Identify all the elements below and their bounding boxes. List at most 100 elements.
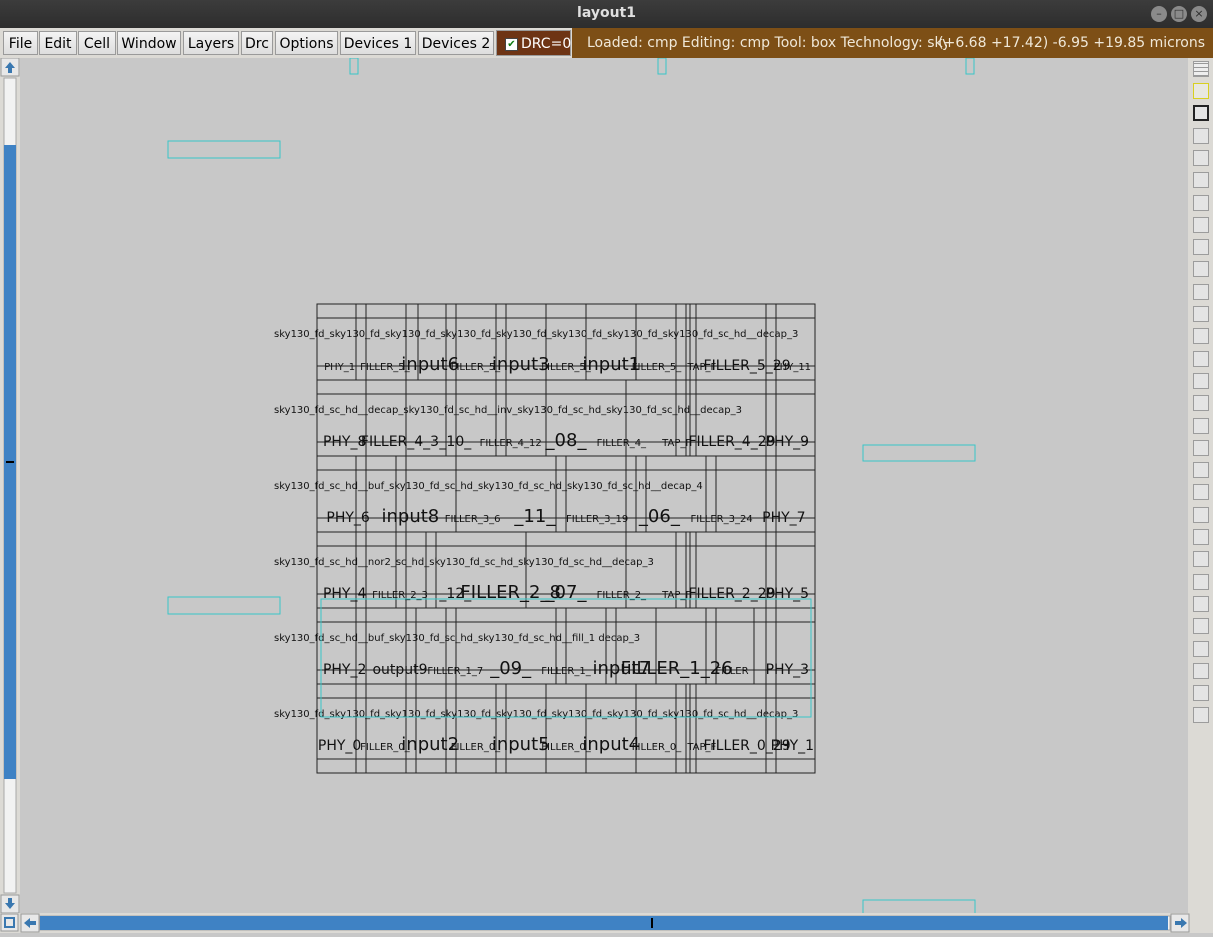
cell-instance-label: FILLER_4_3 bbox=[361, 434, 439, 450]
layout-drawing: sky130_fd_sky130_fd_sky130_fd_sky130_fd_… bbox=[167, 58, 976, 913]
minimize-button[interactable]: – bbox=[1151, 6, 1167, 22]
cell-type-label: sky130_fd_sc_hd__buf_sky130_fd_sc_hd_sky… bbox=[274, 481, 703, 492]
cell-instance-label: PHY_1 bbox=[771, 738, 814, 754]
layer-button[interactable] bbox=[1193, 595, 1209, 612]
vertical-scrollbar[interactable] bbox=[0, 57, 20, 914]
layer-button[interactable] bbox=[1193, 551, 1209, 568]
layer-button[interactable] bbox=[1193, 149, 1209, 166]
menu-cell[interactable]: Cell bbox=[78, 31, 116, 55]
pin-marker bbox=[862, 899, 976, 913]
cell-instance-label: FILLER_1_ bbox=[541, 666, 591, 677]
cell-instance-label: _09_ bbox=[489, 658, 532, 679]
layer-button[interactable] bbox=[1193, 618, 1209, 635]
layout-canvas[interactable]: sky130_fd_sky130_fd_sky130_fd_sky130_fd_… bbox=[20, 58, 1188, 913]
cell-instance-label: FILLER_4_29 bbox=[688, 434, 775, 450]
horizontal-scroll-thumb bbox=[40, 916, 1168, 930]
grid-icon[interactable] bbox=[1193, 61, 1209, 77]
layer-button[interactable] bbox=[1193, 462, 1209, 479]
layer-palette bbox=[1188, 58, 1213, 913]
layer-button[interactable] bbox=[1193, 529, 1209, 545]
window-title: layout1 bbox=[577, 5, 636, 21]
layer-button[interactable] bbox=[1193, 573, 1209, 590]
layer-button[interactable] bbox=[1193, 127, 1209, 144]
layer-button[interactable] bbox=[1193, 506, 1209, 523]
layer-button[interactable] bbox=[1193, 685, 1209, 702]
layer-button[interactable] bbox=[1193, 439, 1209, 456]
cell-instance-label: _08_ bbox=[545, 430, 588, 451]
menu-devices-1[interactable]: Devices 1 bbox=[340, 31, 416, 55]
status-bar: Loaded: cmp Editing: cmp Tool: box Techn… bbox=[572, 28, 1213, 58]
cell-instance-label: _10_ bbox=[438, 434, 472, 450]
layer-button[interactable] bbox=[1193, 261, 1209, 278]
layer-button[interactable] bbox=[1193, 105, 1209, 122]
cell-type-label: sky130_fd_sc_hd__nor2_sc_hd_sky130_fd_sc… bbox=[274, 557, 654, 568]
close-button[interactable]: × bbox=[1191, 6, 1207, 22]
menu-file[interactable]: File bbox=[3, 31, 38, 55]
layer-button[interactable] bbox=[1193, 239, 1209, 256]
layer-button[interactable] bbox=[1193, 484, 1209, 501]
cell-instance-label: PHY_0 bbox=[318, 738, 361, 754]
cell-type-label: sky130_fd_sc_hd__decap_sky130_fd_sc_hd__… bbox=[274, 405, 742, 416]
horizontal-scrollbar-graphic bbox=[0, 913, 1190, 933]
cell-instance-label: PHY_11 bbox=[774, 362, 811, 373]
layer-button[interactable] bbox=[1193, 707, 1209, 724]
layer-button[interactable] bbox=[1193, 417, 1209, 434]
pin-marker bbox=[167, 596, 281, 615]
cell-instance-label: output9 bbox=[372, 662, 427, 678]
menu-layers[interactable]: Layers bbox=[183, 31, 239, 55]
pin-marker bbox=[167, 140, 281, 159]
drc-checkbox[interactable]: ✔ bbox=[505, 38, 518, 51]
cell-instance-label: _06_ bbox=[638, 506, 681, 527]
cell-instance-label: PHY_3 bbox=[766, 662, 809, 678]
cell-instance-label: PHY_5 bbox=[766, 586, 809, 602]
pin-marker bbox=[349, 58, 359, 75]
layer-button[interactable] bbox=[1193, 395, 1209, 412]
cell-instance-label: input8 bbox=[381, 506, 439, 527]
menu-drc[interactable]: Drc bbox=[241, 31, 273, 55]
cell-instance-label: PHY_7 bbox=[762, 510, 805, 526]
pin-marker bbox=[965, 58, 975, 75]
layer-button[interactable] bbox=[1193, 350, 1209, 367]
layer-button[interactable] bbox=[1193, 194, 1209, 211]
layer-button[interactable] bbox=[1193, 640, 1209, 657]
cell-instance-label: PHY_2 bbox=[323, 662, 366, 678]
cell-instance-label: FILLER_3_19 bbox=[566, 514, 628, 525]
cell-type-label: sky130_fd_sky130_fd_sky130_fd_sky130_fd_… bbox=[274, 329, 798, 340]
cell-instance-label: PHY_1 bbox=[324, 362, 355, 373]
menu-window[interactable]: Window bbox=[117, 31, 181, 55]
drc-toggle[interactable]: ✔ DRC=0 bbox=[496, 30, 571, 56]
layer-button[interactable] bbox=[1193, 306, 1209, 322]
status-text: Loaded: cmp Editing: cmp Tool: box Techn… bbox=[587, 35, 947, 51]
maximize-button[interactable]: □ bbox=[1171, 6, 1187, 22]
cell-instance-label: _07_ bbox=[545, 582, 588, 603]
cell-row bbox=[316, 683, 816, 774]
cell-instance-label: FILLER_3_6 bbox=[445, 514, 501, 525]
cell-instance-label: PHY_6 bbox=[326, 510, 370, 526]
horizontal-scrollbar[interactable] bbox=[0, 913, 1213, 933]
cell-type-label: sky130_fd_sky130_fd_sky130_fd_sky130_fd_… bbox=[274, 709, 798, 720]
cell-instance-label: PHY_8 bbox=[323, 434, 366, 450]
layer-button[interactable] bbox=[1193, 283, 1209, 300]
cell-instance-label: PHY_4 bbox=[323, 586, 367, 602]
cell-instance-label: FILLER_4_ bbox=[597, 438, 647, 449]
cell-instance-label: PHY_9 bbox=[766, 434, 809, 450]
cell-type-label: sky130_fd_sc_hd__buf_sky130_fd_sc_hd_sky… bbox=[274, 633, 640, 644]
layer-button[interactable] bbox=[1193, 83, 1209, 99]
drc-label: DRC=0 bbox=[521, 36, 572, 52]
cell-instance-label: FILLER_2_29 bbox=[688, 586, 775, 602]
menu-edit[interactable]: Edit bbox=[39, 31, 77, 55]
layer-button[interactable] bbox=[1193, 662, 1209, 679]
cell-instance-label: FILLER_0_ bbox=[632, 742, 682, 753]
pin-marker bbox=[862, 444, 976, 462]
layer-button[interactable] bbox=[1193, 372, 1209, 389]
layer-button[interactable] bbox=[1193, 216, 1209, 233]
cell-instance-label: TAP_F bbox=[661, 438, 691, 449]
vertical-scrollbar-graphic bbox=[0, 57, 20, 914]
menu-devices-2[interactable]: Devices 2 bbox=[418, 31, 494, 55]
title-bar: layout1 – □ × bbox=[0, 0, 1213, 28]
cursor-coordinates: (+6.68 +17.42) -6.95 +19.85 microns bbox=[938, 35, 1205, 51]
layer-button[interactable] bbox=[1193, 328, 1209, 345]
menu-options[interactable]: Options bbox=[275, 31, 338, 55]
cell-instance-label: FILLER_4_12 bbox=[480, 438, 542, 449]
layer-button[interactable] bbox=[1193, 172, 1209, 189]
